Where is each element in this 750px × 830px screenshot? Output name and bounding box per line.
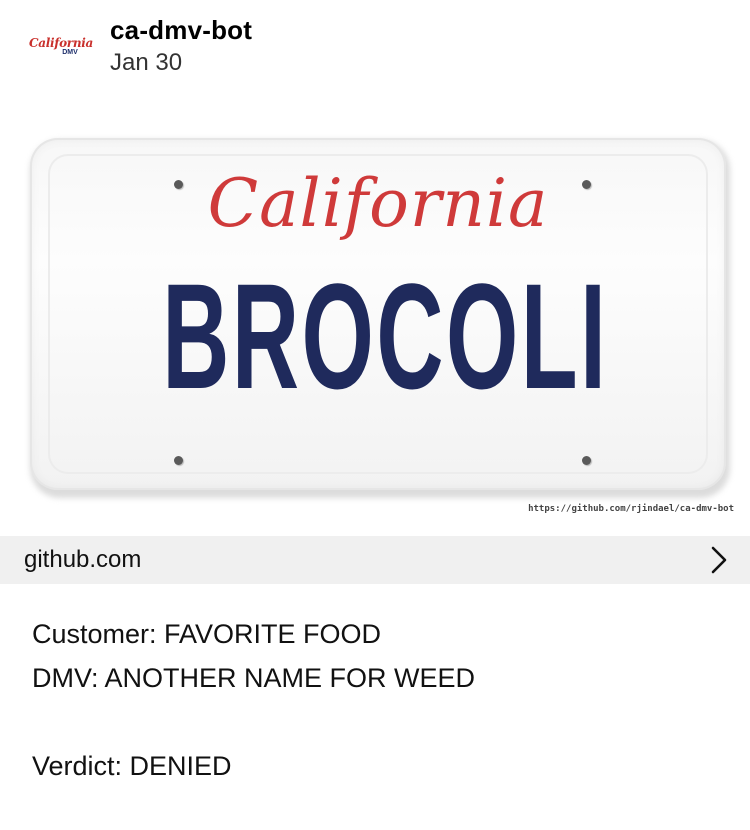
plate-state-name: California	[207, 165, 549, 242]
link-card-image[interactable]: California BROCOLI https://github.com/rj…	[0, 128, 750, 536]
link-bar[interactable]: github.com	[0, 536, 750, 584]
post-body: Customer: FAVORITE FOOD DMV: ANOTHER NAM…	[32, 612, 722, 788]
post-header: California DMV ca-dmv-bot Jan 30	[0, 0, 750, 100]
dmv-line: DMV: ANOTHER NAME FOR WEED	[32, 663, 476, 693]
customer-line: Customer: FAVORITE FOOD	[32, 619, 382, 649]
plate-number: BROCOLI	[162, 252, 609, 420]
username[interactable]: ca-dmv-bot	[110, 14, 252, 46]
license-plate: California BROCOLI	[30, 138, 726, 490]
post-date: Jan 30	[110, 49, 183, 76]
plate-bolt-icon	[174, 456, 183, 465]
avatar-logo-subtext: DMV	[62, 49, 78, 56]
verdict-line: Verdict: DENIED	[32, 751, 232, 781]
plate-bolt-icon	[582, 456, 591, 465]
chevron-right-icon[interactable]	[710, 545, 728, 575]
avatar[interactable]: California DMV	[28, 30, 94, 64]
image-url-caption: https://github.com/rjindael/ca-dmv-bot	[528, 504, 734, 514]
avatar-logo-text: California	[29, 36, 93, 50]
link-domain: github.com	[24, 546, 142, 573]
